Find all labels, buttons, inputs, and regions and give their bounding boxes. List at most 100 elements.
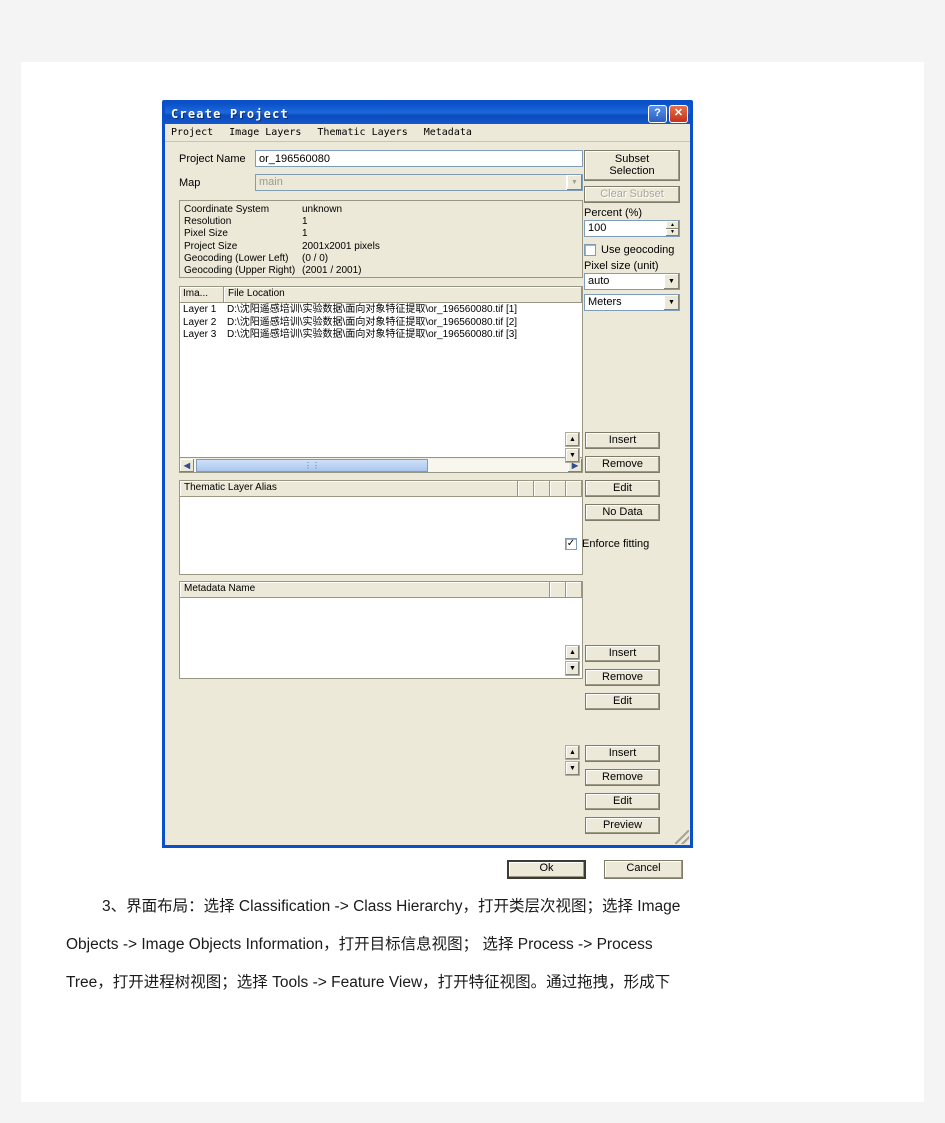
- thematic-layers-listbox[interactable]: Thematic Layer Alias: [179, 480, 583, 575]
- layer-name: Layer 3: [183, 329, 217, 340]
- metadata-listbox[interactable]: Metadata Name: [179, 581, 583, 679]
- column-header-extra[interactable]: [534, 481, 550, 496]
- image-layers-listbox[interactable]: Ima... File Location Layer 1 D:\沈阳遥感培训\实…: [179, 286, 583, 473]
- dialog-menubar: Project Image Layers Thematic Layers Met…: [165, 124, 690, 142]
- percent-spinner[interactable]: 100 ▲ ▼: [584, 220, 680, 237]
- menu-thematic-layers[interactable]: Thematic Layers: [315, 127, 409, 138]
- image-layers-header: Ima... File Location: [180, 287, 582, 303]
- dialog-titlebar[interactable]: Create Project ? ✕: [165, 103, 690, 124]
- metadata-header: Metadata Name: [180, 582, 582, 598]
- move-down-icon[interactable]: ▼: [565, 661, 580, 676]
- horizontal-scrollbar[interactable]: ◀ ⋮⋮ ▶: [180, 457, 582, 472]
- info-value: (2001 / 2001): [302, 265, 362, 277]
- info-row: Geocoding (Lower Left) (0 / 0): [184, 253, 578, 265]
- menu-project[interactable]: Project: [169, 127, 215, 138]
- info-key: Geocoding (Lower Left): [184, 252, 289, 264]
- metadata-buttons: Insert Remove Edit Preview: [585, 745, 660, 834]
- dialog-title: Create Project: [171, 106, 289, 121]
- subset-selection-button[interactable]: Subset Selection: [584, 150, 680, 181]
- info-key: Coordinate System: [184, 204, 270, 215]
- subset-selection-line2: Selection: [609, 164, 655, 177]
- scroll-left-icon[interactable]: ◀: [180, 458, 194, 472]
- info-row: Pixel Size 1: [184, 228, 578, 240]
- image-no-data-button[interactable]: No Data: [585, 504, 660, 521]
- info-value: unknown: [302, 204, 343, 215]
- help-button[interactable]: ?: [648, 104, 667, 123]
- pixel-size-combobox[interactable]: auto ▼: [584, 273, 680, 290]
- enforce-fitting-label: Enforce fitting: [582, 538, 650, 550]
- enforce-fitting-checkbox[interactable]: ✓ Enforce fitting: [565, 538, 649, 550]
- close-button[interactable]: ✕: [669, 104, 688, 123]
- chevron-down-icon: ▼: [663, 295, 679, 310]
- thematic-insert-button[interactable]: Insert: [585, 645, 660, 662]
- info-value: 2001x2001 pixels: [302, 240, 380, 252]
- pixel-size-label: Pixel size (unit): [584, 260, 659, 272]
- table-row[interactable]: Layer 1 D:\沈阳遥感培训\实验数据\面向对象特征提取\or_19656…: [180, 304, 582, 317]
- table-row[interactable]: Layer 3 D:\沈阳遥感培训\实验数据\面向对象特征提取\or_19656…: [180, 329, 582, 342]
- image-edit-button[interactable]: Edit: [585, 480, 660, 497]
- move-up-icon[interactable]: ▲: [565, 432, 580, 447]
- checkbox-box: [584, 244, 596, 256]
- create-project-dialog: Create Project ? ✕ Project Image Layers …: [162, 100, 693, 879]
- clear-subset-button[interactable]: Clear Subset: [584, 186, 680, 203]
- image-layers-spin-buttons[interactable]: ▲ ▼: [565, 432, 580, 521]
- paragraph-line: Objects -> Image Objects Information，打开目…: [66, 936, 653, 953]
- unit-combobox[interactable]: Meters ▼: [584, 294, 680, 311]
- spinner-up-icon[interactable]: ▲: [666, 221, 679, 229]
- map-combobox[interactable]: main ▼: [255, 174, 583, 191]
- thematic-remove-button[interactable]: Remove: [585, 669, 660, 686]
- column-header-extra[interactable]: [518, 481, 534, 496]
- chevron-down-icon: ▼: [663, 274, 679, 289]
- metadata-spin-buttons[interactable]: ▲ ▼: [565, 745, 580, 834]
- percent-value[interactable]: 100: [585, 221, 666, 236]
- image-layer-buttons: Insert Remove Edit No Data: [585, 432, 660, 521]
- thematic-spin-buttons[interactable]: ▲ ▼: [565, 645, 580, 710]
- column-header-file-location[interactable]: File Location: [224, 287, 582, 302]
- percent-label: Percent (%): [584, 207, 643, 219]
- move-up-icon[interactable]: ▲: [565, 645, 580, 660]
- project-name-input[interactable]: or_196560080: [255, 150, 583, 167]
- scrollbar-thumb[interactable]: ⋮⋮: [196, 458, 428, 472]
- info-row: Resolution 1: [184, 216, 578, 228]
- menu-image-layers[interactable]: Image Layers: [227, 127, 303, 138]
- ok-button[interactable]: Ok: [507, 860, 586, 879]
- right-panel: Subset Selection Clear Subset Percent (%…: [584, 150, 680, 311]
- resize-grip[interactable]: [675, 830, 689, 844]
- image-remove-button[interactable]: Remove: [585, 456, 660, 473]
- column-header-extra[interactable]: [550, 582, 566, 597]
- map-label: Map: [179, 176, 201, 189]
- metadata-edit-button[interactable]: Edit: [585, 793, 660, 810]
- spinner-down-icon[interactable]: ▼: [666, 228, 679, 236]
- column-header-thematic-alias[interactable]: Thematic Layer Alias: [180, 481, 518, 496]
- move-down-icon[interactable]: ▼: [565, 448, 580, 463]
- info-row: Geocoding (Upper Right) (2001 / 2001): [184, 265, 578, 277]
- scrollbar-track[interactable]: ⋮⋮: [194, 458, 568, 472]
- layer-location: D:\沈阳遥感培训\实验数据\面向对象特征提取\or_196560080.tif…: [227, 316, 518, 328]
- column-header-image[interactable]: Ima...: [180, 287, 224, 302]
- use-geocoding-checkbox[interactable]: Use geocoding: [584, 244, 680, 256]
- column-header-extra[interactable]: [550, 481, 566, 496]
- thematic-edit-button[interactable]: Edit: [585, 693, 660, 710]
- move-down-icon[interactable]: ▼: [565, 761, 580, 776]
- column-header-metadata-name[interactable]: Metadata Name: [180, 582, 550, 597]
- info-row: Coordinate System unknown: [184, 204, 578, 216]
- layer-name: Layer 1: [183, 304, 217, 315]
- titlebar-buttons: ? ✕: [648, 104, 688, 123]
- info-value: 1: [302, 228, 308, 240]
- metadata-remove-button[interactable]: Remove: [585, 769, 660, 786]
- layer-name: Layer 2: [183, 316, 217, 328]
- table-row[interactable]: Layer 2 D:\沈阳遥感培训\实验数据\面向对象特征提取\or_19656…: [180, 317, 582, 330]
- use-geocoding-label: Use geocoding: [601, 244, 675, 256]
- cancel-button[interactable]: Cancel: [604, 860, 683, 879]
- document-body-text: 3、界面布局：选择 Classification -> Class Hierar…: [66, 888, 886, 1002]
- metadata-preview-button[interactable]: Preview: [585, 817, 660, 834]
- checkbox-box: ✓: [565, 538, 577, 550]
- move-up-icon[interactable]: ▲: [565, 745, 580, 760]
- metadata-insert-button[interactable]: Insert: [585, 745, 660, 762]
- spinner-arrows[interactable]: ▲ ▼: [666, 221, 679, 236]
- image-insert-button[interactable]: Insert: [585, 432, 660, 449]
- project-info-panel: Coordinate System unknown Resolution 1 P…: [179, 200, 583, 278]
- menu-metadata[interactable]: Metadata: [422, 127, 474, 138]
- page: Create Project ? ✕ Project Image Layers …: [0, 0, 945, 1123]
- column-header-extra[interactable]: [566, 582, 582, 597]
